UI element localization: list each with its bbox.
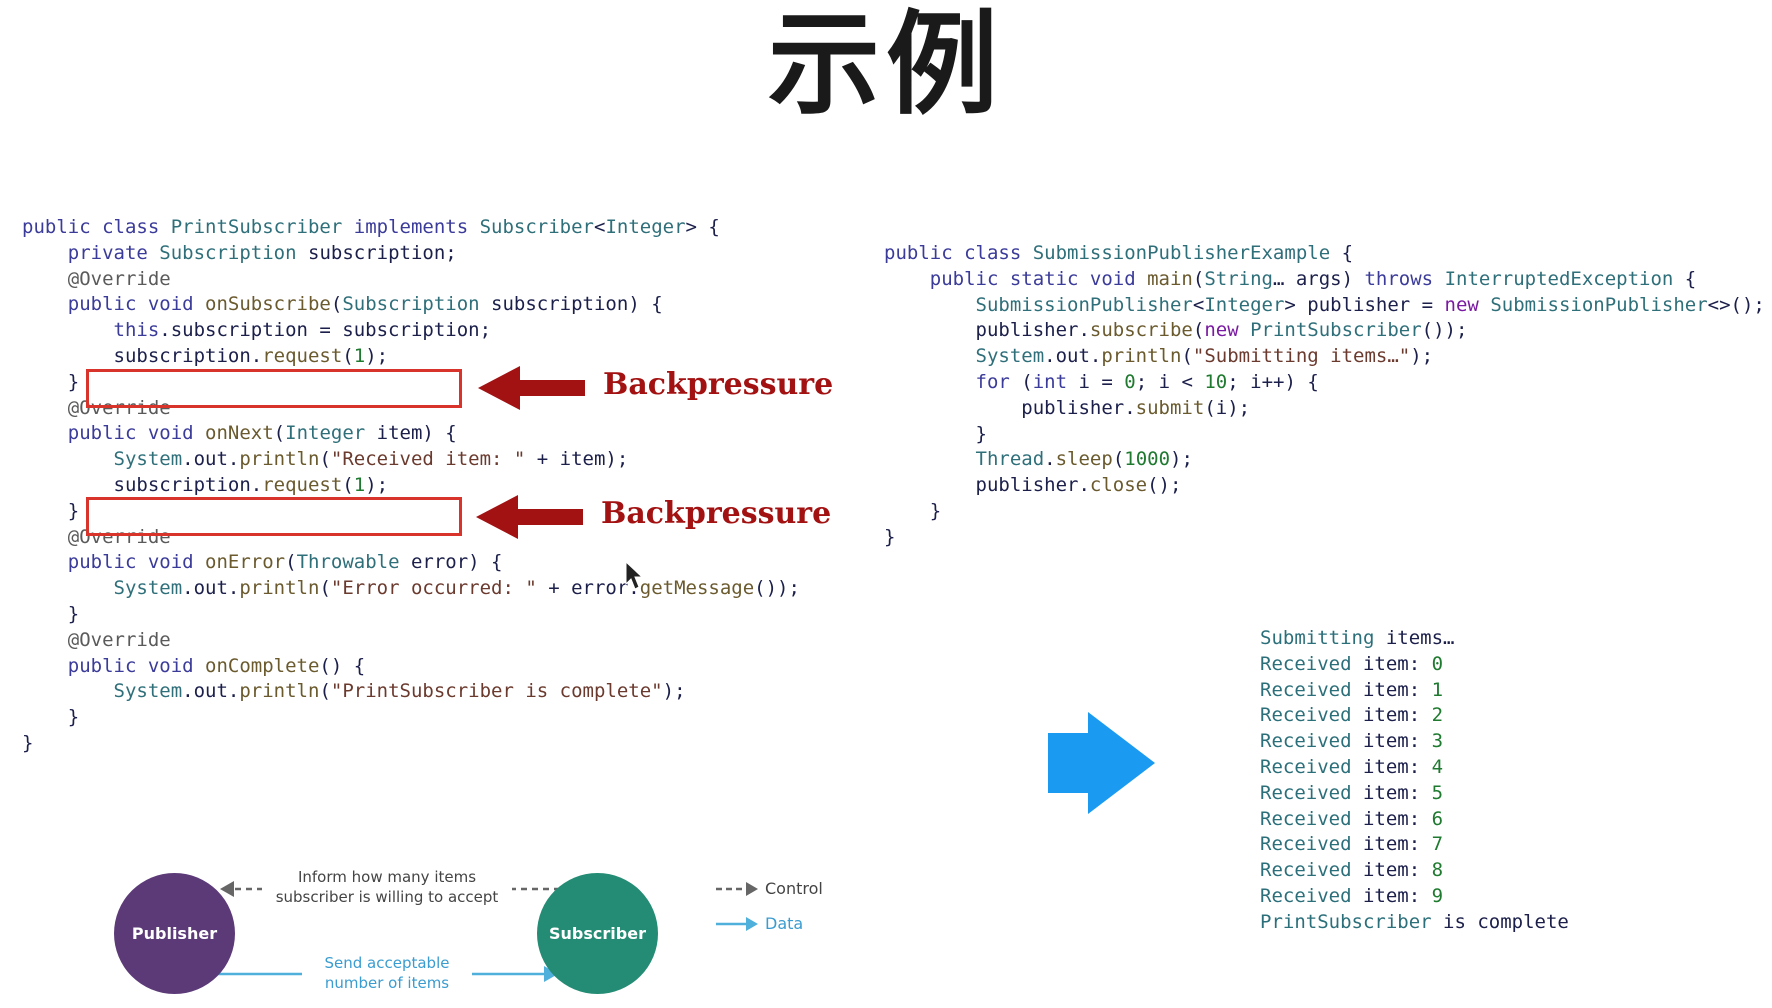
control-description: Inform how many items subscriber is will… bbox=[262, 867, 512, 907]
legend-data-label: Data bbox=[765, 914, 804, 933]
legend-control-head bbox=[746, 882, 758, 896]
publisher-label: Publisher bbox=[131, 924, 218, 943]
publisher-node: Publisher bbox=[114, 873, 235, 994]
legend-data-head bbox=[746, 917, 758, 931]
subscriber-label: Subscriber bbox=[549, 924, 646, 943]
blue-arrow-icon bbox=[1048, 712, 1155, 814]
legend-control-label: Control bbox=[765, 879, 823, 898]
data-description: Send acceptable number of items bbox=[302, 953, 472, 993]
control-arrow-head bbox=[220, 881, 234, 897]
red-arrow-icon bbox=[476, 495, 583, 539]
mouse-cursor-icon bbox=[625, 560, 644, 590]
red-arrow-icon bbox=[478, 366, 585, 410]
slide-graphics bbox=[212, 366, 1155, 982]
subscriber-node: Subscriber bbox=[537, 873, 658, 994]
